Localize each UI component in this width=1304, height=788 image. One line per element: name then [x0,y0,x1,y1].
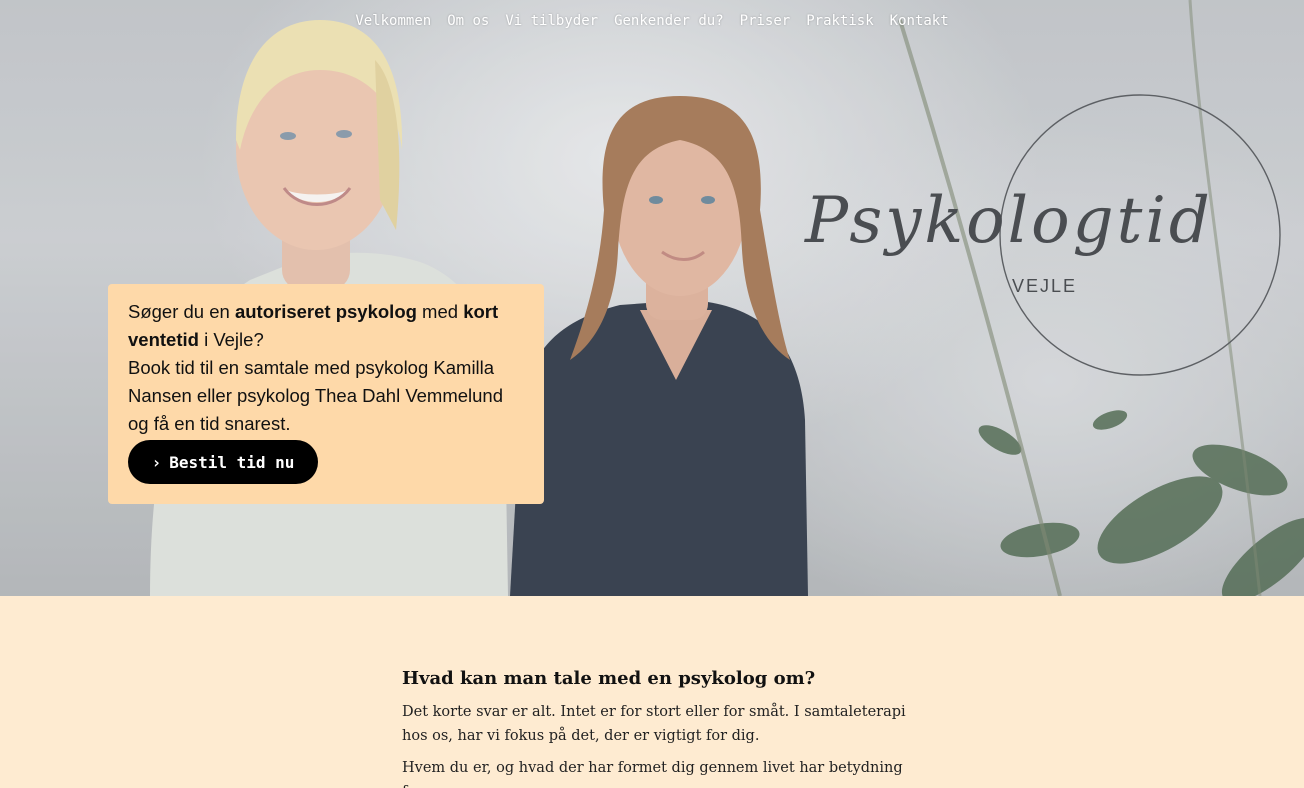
paragraph-2: Hvem du er, og hvad der har formet dig g… [402,760,903,788]
paragraph-1: Det korte svar er alt. Intet er for stor… [402,704,906,744]
nav-item-genkender-du[interactable]: Genkender du? [614,10,724,32]
book-appointment-button[interactable]: › Bestil tid nu [128,440,318,484]
intro-body: Book tid til en samtale med psykolog Kam… [128,357,504,434]
chevron-right-icon: › [151,452,162,472]
book-appointment-label: Bestil tid nu [169,452,295,472]
content-section: Hvad kan man tale med en psykolog om? De… [402,666,922,788]
nav-item-om-os[interactable]: Om os [447,10,489,32]
nav-item-priser[interactable]: Priser [740,10,791,32]
nav-item-velkommen[interactable]: Velkommen [355,10,431,32]
hero-section: Velkommen Om os Vi tilbyder Genkender du… [0,0,1304,596]
intro-card: Søger du en autoriseret psykolog med kor… [108,284,544,504]
psykologtid-logo: Psykologtid VEJLE [804,94,1281,376]
intro-text: Søger du en autoriseret psykolog med kor… [128,301,504,434]
logo-script-text: Psykologtid [804,184,1213,258]
nav-item-kontakt[interactable]: Kontakt [890,10,949,32]
nav-item-vi-tilbyder[interactable]: Vi tilbyder [505,10,598,32]
nav-item-praktisk[interactable]: Praktisk [806,10,873,32]
logo-sub-text: VEJLE [1012,276,1077,296]
main-nav: Velkommen Om os Vi tilbyder Genkender du… [0,10,1304,32]
section-heading: Hvad kan man tale med en psykolog om? [402,668,816,689]
